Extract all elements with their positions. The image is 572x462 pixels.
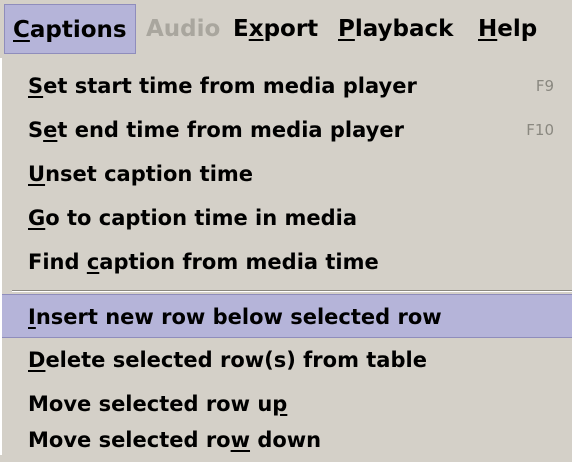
menu-item-label: nsert new row below selected row xyxy=(35,305,442,329)
menu-item-mnemonic: U xyxy=(28,162,46,186)
menu-item-label: aption from media time xyxy=(99,250,379,274)
menu-label: layback xyxy=(354,16,454,42)
accelerator-label: F10 xyxy=(526,121,554,139)
menu-item-label: nset caption time xyxy=(45,162,254,186)
menu-item-go-to-caption-time[interactable]: Go to caption time in media xyxy=(2,196,572,240)
menu-item-mnemonic: p xyxy=(272,392,288,416)
menu-separator xyxy=(12,290,572,292)
menu-export[interactable]: Export xyxy=(225,4,326,54)
menu-item-move-row-down[interactable]: Move selected row down xyxy=(2,418,572,462)
menu-item-label: S xyxy=(28,118,44,142)
menu-item-label: down xyxy=(250,428,322,452)
menu-label: port xyxy=(263,16,319,42)
menu-item-label: o to caption time in media xyxy=(45,206,357,230)
menu-item-set-end-time[interactable]: Set end time from media player F10 xyxy=(2,108,572,152)
menu-item-find-caption[interactable]: Find caption from media time xyxy=(2,240,572,284)
accelerator-label: F9 xyxy=(535,77,554,95)
menu-item-label: Move selected row u xyxy=(28,392,273,416)
menu-mnemonic: P xyxy=(338,16,355,42)
menu-item-label: Move selected ro xyxy=(28,428,231,452)
menu-mnemonic: C xyxy=(13,17,30,43)
menu-item-mnemonic: c xyxy=(86,250,100,274)
menu-bar: Captions Audio Export Playback Help xyxy=(0,0,572,59)
menu-item-mnemonic: I xyxy=(28,305,36,329)
menu-item-label: elete selected row(s) from table xyxy=(45,348,427,372)
menu-mnemonic: x xyxy=(248,16,264,42)
menu-mnemonic: H xyxy=(478,16,498,42)
menu-item-label: et start time from media player xyxy=(43,74,417,98)
menu-item-delete-selected-rows[interactable]: Delete selected row(s) from table xyxy=(2,338,572,382)
menu-item-label: Find xyxy=(28,250,87,274)
menu-label: elp xyxy=(497,16,538,42)
menu-item-mnemonic: G xyxy=(28,206,46,230)
menu-playback[interactable]: Playback xyxy=(330,4,461,54)
menu-item-mnemonic: e xyxy=(43,118,58,142)
menu-help[interactable]: Help xyxy=(470,4,545,54)
menu-label: E xyxy=(233,16,249,42)
menu-item-insert-new-row[interactable]: Insert new row below selected row xyxy=(2,294,572,338)
menu-item-label: t end time from media player xyxy=(57,118,404,142)
menu-captions[interactable]: Captions xyxy=(4,4,136,54)
menu-label: aptions xyxy=(29,17,127,43)
menu-audio: Audio xyxy=(138,4,228,54)
menu-label: Audio xyxy=(146,16,221,42)
captions-dropdown-menu: Set start time from media player F9 Set e… xyxy=(0,58,572,455)
menu-item-set-start-time[interactable]: Set start time from media player F9 xyxy=(2,64,572,108)
menu-item-unset-caption-time[interactable]: Unset caption time xyxy=(2,152,572,196)
menu-item-mnemonic: S xyxy=(28,74,44,98)
menu-item-mnemonic: D xyxy=(28,348,46,372)
menu-item-mnemonic: w xyxy=(230,428,251,452)
